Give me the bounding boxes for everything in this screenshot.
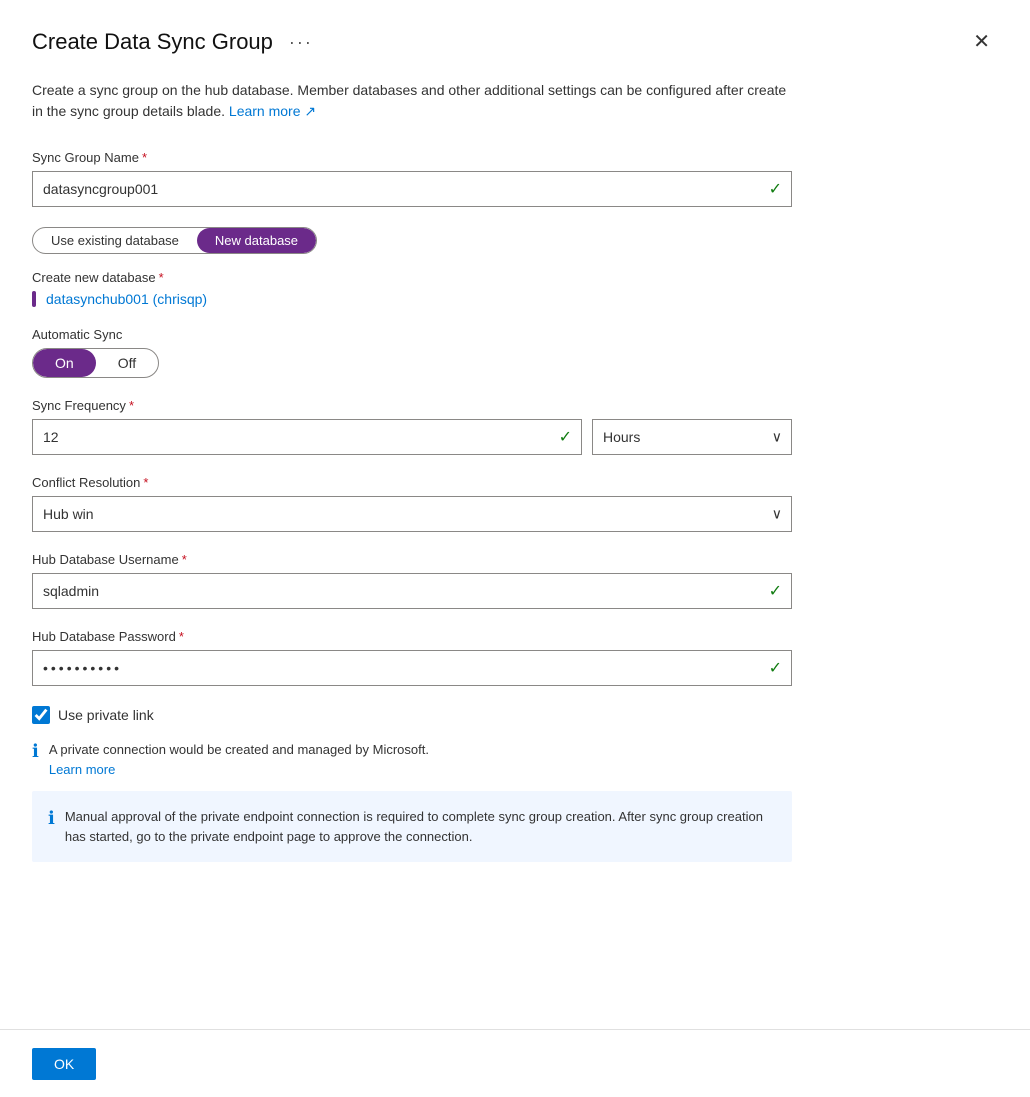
hub-username-check-icon: ✓ <box>769 581 782 601</box>
conflict-resolution-select[interactable]: Hub win Member win <box>32 496 792 532</box>
create-data-sync-group-panel: Create Data Sync Group ··· ✕ Create a sy… <box>0 0 1030 1097</box>
new-database-tab[interactable]: New database <box>197 228 316 253</box>
create-new-database-section: Create new database * datasynchub001 (ch… <box>32 270 998 307</box>
info-box-icon: ℹ <box>48 808 55 829</box>
sync-group-name-wrapper: ✓ <box>32 171 792 207</box>
sync-frequency-label: Sync Frequency * <box>32 398 998 413</box>
db-link-text[interactable]: datasynchub001 (chrisqp) <box>46 291 207 307</box>
freq-number-wrapper: ✓ <box>32 419 582 455</box>
sync-group-name-section: Sync Group Name * ✓ <box>32 150 998 207</box>
private-link-label: Use private link <box>58 707 154 723</box>
freq-unit-wrapper: Hours Minutes Days ∨ <box>592 419 792 455</box>
learn-more-link[interactable]: Learn more ↗ <box>229 103 316 119</box>
hub-password-check-icon: ✓ <box>769 658 782 678</box>
required-marker-conflict: * <box>143 475 148 490</box>
panel-footer: OK <box>0 1029 1030 1097</box>
ellipsis-button[interactable]: ··· <box>283 30 319 55</box>
private-link-checkbox[interactable] <box>32 706 50 724</box>
required-marker-freq: * <box>129 398 134 413</box>
freq-check-icon: ✓ <box>559 427 572 447</box>
automatic-sync-toggle: On Off <box>32 348 159 378</box>
info-note-text: A private connection would be created an… <box>49 740 429 779</box>
hub-username-wrapper: ✓ <box>32 573 792 609</box>
hub-username-input[interactable] <box>32 573 792 609</box>
conflict-resolution-section: Conflict Resolution * Hub win Member win… <box>32 475 998 532</box>
panel-header: Create Data Sync Group ··· ✕ <box>32 28 998 56</box>
description-text: Create a sync group on the hub database.… <box>32 80 792 122</box>
create-new-database-label: Create new database * <box>32 270 998 285</box>
external-link-icon: ↗ <box>304 103 316 119</box>
conflict-resolution-wrapper: Hub win Member win ∨ <box>32 496 792 532</box>
required-marker-db: * <box>159 270 164 285</box>
automatic-sync-label: Automatic Sync <box>32 327 998 342</box>
toggle-on-button[interactable]: On <box>33 349 96 377</box>
private-link-row: Use private link <box>32 706 998 724</box>
private-link-info-row: ℹ A private connection would be created … <box>32 740 792 779</box>
sync-frequency-row: ✓ Hours Minutes Days ∨ <box>32 419 792 455</box>
use-existing-database-tab[interactable]: Use existing database <box>33 228 197 253</box>
hub-password-section: Hub Database Password * ✓ <box>32 629 998 686</box>
required-marker-pass: * <box>179 629 184 644</box>
sync-group-name-input[interactable] <box>32 171 792 207</box>
sync-group-name-label: Sync Group Name * <box>32 150 998 165</box>
hub-username-label: Hub Database Username * <box>32 552 998 567</box>
private-link-learn-more[interactable]: Learn more <box>49 760 429 780</box>
hub-password-label: Hub Database Password * <box>32 629 998 644</box>
db-link-border <box>32 291 36 307</box>
info-box-text: Manual approval of the private endpoint … <box>65 807 776 846</box>
ok-button[interactable]: OK <box>32 1048 96 1080</box>
conflict-resolution-label: Conflict Resolution * <box>32 475 998 490</box>
hub-password-wrapper: ✓ <box>32 650 792 686</box>
required-marker: * <box>142 150 147 165</box>
panel-title: Create Data Sync Group <box>32 29 273 55</box>
automatic-sync-section: Automatic Sync On Off <box>32 327 998 378</box>
sync-group-name-check-icon: ✓ <box>769 179 782 199</box>
sync-frequency-unit-select[interactable]: Hours Minutes Days <box>592 419 792 455</box>
db-link-row: datasynchub001 (chrisqp) <box>32 291 998 307</box>
sync-frequency-number-input[interactable] <box>32 419 582 455</box>
database-tabs: Use existing database New database <box>32 227 317 254</box>
hub-password-input[interactable] <box>32 650 792 686</box>
close-button[interactable]: ✕ <box>965 28 998 56</box>
required-marker-user: * <box>182 552 187 567</box>
title-row: Create Data Sync Group ··· <box>32 29 319 55</box>
info-icon: ℹ <box>32 741 39 762</box>
toggle-off-button[interactable]: Off <box>96 349 158 377</box>
sync-frequency-section: Sync Frequency * ✓ Hours Minutes Days ∨ <box>32 398 998 455</box>
hub-username-section: Hub Database Username * ✓ <box>32 552 998 609</box>
private-endpoint-info-box: ℹ Manual approval of the private endpoin… <box>32 791 792 862</box>
